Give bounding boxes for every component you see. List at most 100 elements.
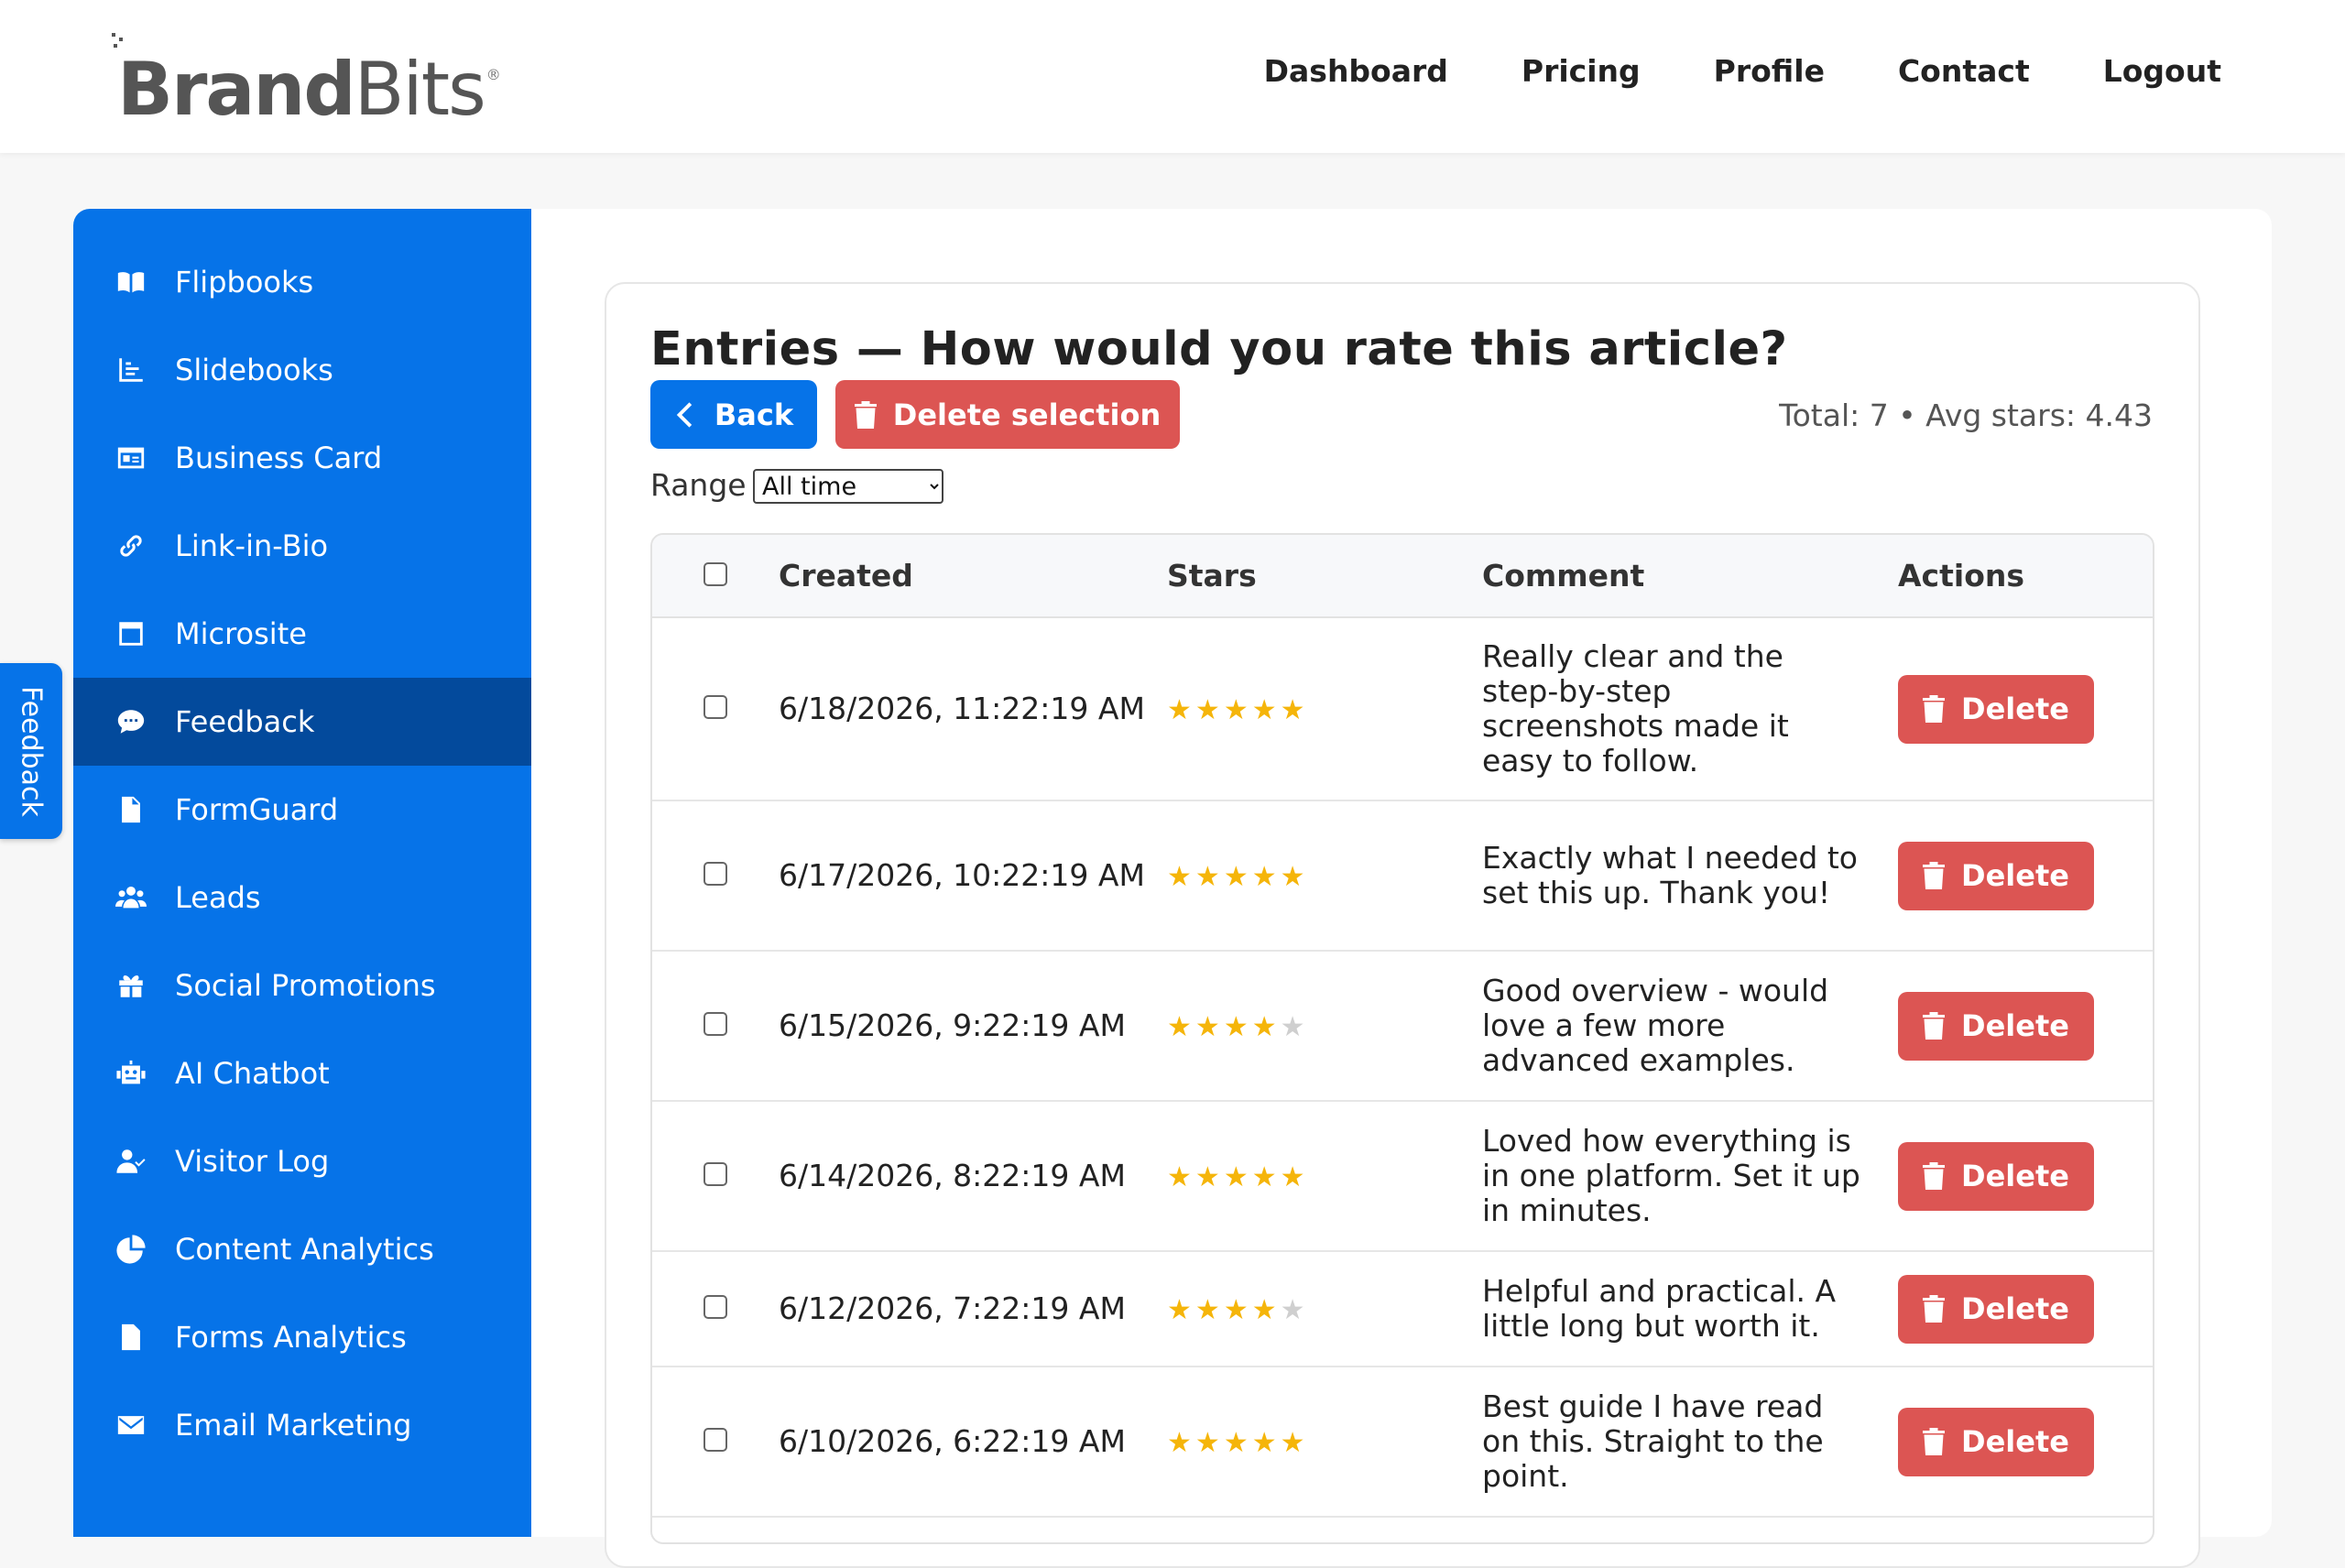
comment-dots-icon bbox=[115, 705, 147, 738]
delete-selection-button[interactable]: Delete selection bbox=[835, 380, 1180, 449]
delete-row-button[interactable]: Delete bbox=[1898, 991, 2094, 1061]
sidebar-item-forms-analytics[interactable]: Forms Analytics bbox=[73, 1293, 531, 1381]
comment-cell: Really clear and the step-by-step screen… bbox=[1482, 617, 1898, 801]
nav-logout[interactable]: Logout bbox=[2103, 53, 2221, 89]
logo-brand-text: Brand bbox=[117, 47, 356, 132]
star-filled-icon: ★ bbox=[1194, 1426, 1224, 1459]
star-filled-icon: ★ bbox=[1223, 1293, 1252, 1326]
feedback-side-tab[interactable]: Feedback bbox=[0, 663, 62, 839]
nav-contact[interactable]: Contact bbox=[1898, 53, 2030, 89]
sidebar-item-microsite[interactable]: Microsite bbox=[73, 590, 531, 678]
star-filled-icon: ★ bbox=[1167, 1293, 1195, 1326]
back-button[interactable]: Back bbox=[650, 380, 817, 449]
brandbits-logo[interactable]: Brand Bits ® bbox=[112, 33, 501, 132]
delete-label: Delete bbox=[1961, 1291, 2069, 1326]
table-row: 6/10/2026, 6:22:19 AM ★★★★★ Best guide I… bbox=[652, 1367, 2153, 1518]
sidebar-item-ai-chatbot[interactable]: AI Chatbot bbox=[73, 1029, 531, 1117]
row-checkbox[interactable] bbox=[704, 695, 727, 720]
sidebar-item-flipbooks[interactable]: Flipbooks bbox=[73, 238, 531, 326]
chevron-left-icon bbox=[676, 401, 693, 428]
star-filled-icon: ★ bbox=[1223, 1426, 1252, 1459]
created-cell: 6/12/2026, 7:22:19 AM bbox=[779, 1251, 1167, 1367]
logo-registered-mark: ® bbox=[485, 66, 501, 83]
range-label: Range bbox=[650, 467, 747, 503]
file-icon bbox=[115, 793, 147, 826]
sidebar-item-business-card[interactable]: Business Card bbox=[73, 414, 531, 502]
star-filled-icon: ★ bbox=[1251, 1010, 1281, 1043]
trash-icon bbox=[1923, 695, 1946, 723]
window-icon bbox=[115, 617, 147, 650]
top-header: Brand Bits ® Dashboard Pricing Profile Con… bbox=[0, 0, 2345, 153]
table-row: 6/18/2026, 11:22:19 AM ★★★★★ Really clea… bbox=[652, 617, 2153, 801]
sidebar-item-visitor-log[interactable]: Visitor Log bbox=[73, 1117, 531, 1205]
trash-icon bbox=[1923, 862, 1946, 889]
comment-cell: Exactly what I needed to set this up. Th… bbox=[1482, 800, 1898, 952]
star-filled-icon: ★ bbox=[1223, 860, 1252, 893]
delete-label: Delete bbox=[1961, 858, 2069, 893]
column-header-created[interactable]: Created bbox=[779, 535, 1167, 618]
pie-chart-icon bbox=[115, 1233, 147, 1266]
star-filled-icon: ★ bbox=[1194, 1293, 1224, 1326]
select-all-checkbox[interactable] bbox=[704, 562, 727, 586]
nav-dashboard[interactable]: Dashboard bbox=[1264, 53, 1448, 89]
column-header-actions: Actions bbox=[1898, 535, 2153, 618]
comment-cell: Loved how everything is in one platform.… bbox=[1482, 1101, 1898, 1252]
star-filled-icon: ★ bbox=[1280, 1160, 1309, 1193]
sidebar-item-feedback[interactable]: Feedback bbox=[73, 678, 531, 766]
comment-cell: Best guide I have read on this. Straight… bbox=[1482, 1367, 1898, 1518]
trash-icon bbox=[1923, 1428, 1946, 1455]
comment-cell: Helpful and practical. A little long but… bbox=[1482, 1251, 1898, 1367]
delete-label: Delete bbox=[1961, 1008, 2069, 1043]
delete-label: Delete bbox=[1961, 1424, 2069, 1459]
range-select[interactable]: All time bbox=[753, 469, 943, 504]
row-checkbox[interactable] bbox=[704, 1295, 727, 1320]
nav-pricing[interactable]: Pricing bbox=[1522, 53, 1641, 89]
star-filled-icon: ★ bbox=[1223, 1160, 1252, 1193]
star-filled-icon: ★ bbox=[1251, 693, 1281, 726]
sidebar-item-slidebooks[interactable]: Slidebooks bbox=[73, 326, 531, 414]
book-open-icon bbox=[115, 266, 147, 299]
sidebar-item-label: Link-in-Bio bbox=[175, 528, 329, 563]
table-row: 6/15/2026, 9:22:19 AM ★★★★★ Good overvie… bbox=[652, 951, 2153, 1102]
sidebar-item-label: FormGuard bbox=[175, 792, 339, 827]
star-filled-icon: ★ bbox=[1167, 693, 1195, 726]
sidebar-item-link-in-bio[interactable]: Link-in-Bio bbox=[73, 502, 531, 590]
main-nav: Dashboard Pricing Profile Contact Logout bbox=[1264, 53, 2221, 89]
row-checkbox[interactable] bbox=[704, 1012, 727, 1037]
envelope-icon bbox=[115, 1409, 147, 1442]
sidebar-item-label: Social Promotions bbox=[175, 968, 436, 1003]
sidebar-item-social-promotions[interactable]: Social Promotions bbox=[73, 942, 531, 1029]
delete-row-button[interactable]: Delete bbox=[1898, 1407, 2094, 1476]
star-filled-icon: ★ bbox=[1251, 1293, 1281, 1326]
nav-profile[interactable]: Profile bbox=[1714, 53, 1825, 89]
created-cell: 6/10/2026, 6:22:19 AM bbox=[779, 1367, 1167, 1518]
delete-row-button[interactable]: Delete bbox=[1898, 1141, 2094, 1211]
sidebar: Flipbooks Slidebooks Business Card Link-… bbox=[73, 209, 531, 1537]
logo-bits-text: Bits bbox=[354, 47, 486, 132]
row-checkbox[interactable] bbox=[704, 862, 727, 887]
star-empty-icon: ★ bbox=[1280, 1293, 1309, 1326]
back-button-label: Back bbox=[714, 397, 794, 432]
delete-row-button[interactable]: Delete bbox=[1898, 674, 2094, 744]
file-lines-icon bbox=[115, 1321, 147, 1354]
robot-icon bbox=[115, 1057, 147, 1090]
row-checkbox[interactable] bbox=[704, 1428, 727, 1453]
star-filled-icon: ★ bbox=[1167, 1010, 1195, 1043]
star-filled-icon: ★ bbox=[1194, 1160, 1224, 1193]
star-rating: ★★★★★ bbox=[1167, 694, 1309, 726]
table-row: 6/14/2026, 8:22:19 AM ★★★★★ Loved how ev… bbox=[652, 1101, 2153, 1252]
sidebar-item-email-marketing[interactable]: Email Marketing bbox=[73, 1381, 531, 1469]
star-filled-icon: ★ bbox=[1251, 860, 1281, 893]
row-checkbox[interactable] bbox=[704, 1162, 727, 1187]
entries-summary: Total: 7 • Avg stars: 4.43 bbox=[1779, 397, 2153, 433]
table-row: 6/12/2026, 7:22:19 AM ★★★★★ Helpful and … bbox=[652, 1251, 2153, 1367]
sidebar-item-content-analytics[interactable]: Content Analytics bbox=[73, 1205, 531, 1293]
delete-row-button[interactable]: Delete bbox=[1898, 841, 2094, 910]
star-filled-icon: ★ bbox=[1251, 1160, 1281, 1193]
column-header-stars[interactable]: Stars bbox=[1167, 535, 1482, 618]
sidebar-item-label: Visitor Log bbox=[175, 1144, 330, 1179]
sidebar-item-leads[interactable]: Leads bbox=[73, 854, 531, 942]
delete-row-button[interactable]: Delete bbox=[1898, 1274, 2094, 1344]
star-filled-icon: ★ bbox=[1280, 860, 1309, 893]
sidebar-item-formguard[interactable]: FormGuard bbox=[73, 766, 531, 854]
